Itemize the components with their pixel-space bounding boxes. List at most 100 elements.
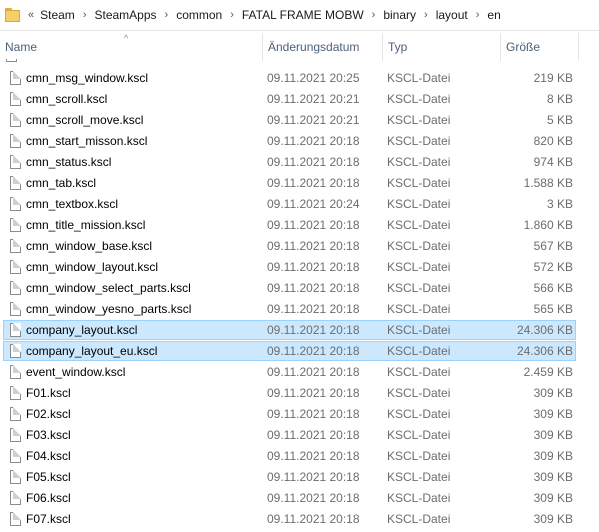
file-size: 309 KB <box>533 491 573 505</box>
file-icon <box>10 176 21 190</box>
column-header-size[interactable]: Größe <box>500 33 578 61</box>
file-type: KSCL-Datei <box>387 113 451 127</box>
breadcrumb-separator-icon[interactable]: › <box>372 9 376 21</box>
file-size: 572 KB <box>533 260 573 274</box>
column-header-size-label: Größe <box>506 40 541 54</box>
file-size: 309 KB <box>533 386 573 400</box>
file-type: KSCL-Datei <box>387 428 451 442</box>
column-header-type[interactable]: Typ <box>382 33 500 61</box>
file-name: company_layout.kscl <box>26 323 138 337</box>
column-header-filler <box>578 33 599 61</box>
file-date: 09.11.2021 20:18 <box>267 239 360 253</box>
file-size: 565 KB <box>533 302 573 316</box>
breadcrumb-separator-icon[interactable]: › <box>230 9 234 21</box>
column-header-date[interactable]: Änderungsdatum <box>262 33 382 61</box>
file-row[interactable]: F04.kscl 09.11.2021 20:18 KSCL-Datei 309 KB <box>3 446 576 466</box>
file-row[interactable]: cmn_msg_window.kscl 09.11.2021 20:25 KSCL-… <box>3 68 576 88</box>
file-type: KSCL-Datei <box>387 134 451 148</box>
file-type: KSCL-Datei <box>387 344 451 358</box>
file-date: 09.11.2021 20:18 <box>267 344 360 358</box>
file-row[interactable]: cmn_textbox.kscl 09.11.2021 20:24 KSCL-Dat… <box>3 194 576 214</box>
file-name: cmn_msg_window.kscl <box>26 71 149 85</box>
file-date: 09.11.2021 20:18 <box>267 491 360 505</box>
breadcrumb-layout[interactable]: layout <box>436 8 468 22</box>
file-type: KSCL-Datei <box>387 386 451 400</box>
file-type: KSCL-Datei <box>387 407 451 421</box>
file-row[interactable]: F01.kscl 09.11.2021 20:18 KSCL-Datei 309 KB <box>3 383 576 403</box>
file-date: 09.11.2021 20:18 <box>267 302 360 316</box>
file-type: KSCL-Datei <box>387 449 451 463</box>
file-name: cmn_scroll_move.kscl <box>26 113 144 127</box>
file-name: F04.kscl <box>26 449 71 463</box>
breadcrumb-overflow[interactable]: « <box>28 9 34 21</box>
file-row[interactable]: event_window.kscl 09.11.2021 20:18 KSCL-Da… <box>3 362 576 382</box>
breadcrumb-separator-icon[interactable]: › <box>476 9 480 21</box>
file-icon <box>10 134 21 148</box>
file-date: 09.11.2021 20:25 <box>267 71 360 85</box>
breadcrumb-separator-icon[interactable]: › <box>424 9 428 21</box>
file-size: 566 KB <box>533 281 573 295</box>
file-row[interactable]: company_layout_eu.kscl 09.11.2021 20:18 KS… <box>3 341 576 361</box>
breadcrumb-steam[interactable]: Steam <box>40 8 75 22</box>
file-name: cmn_window_select_parts.kscl <box>26 281 191 295</box>
file-date: 09.11.2021 20:18 <box>267 470 360 484</box>
file-row[interactable]: cmn_window_base.kscl 09.11.2021 20:18 KSCL… <box>3 236 576 256</box>
column-header-name[interactable]: Name ^ <box>0 33 262 61</box>
file-icon <box>10 71 21 85</box>
file-row[interactable]: cmn_window_layout.kscl 09.11.2021 20:18 KS… <box>3 257 576 277</box>
file-name: cmn_window_yesno_parts.kscl <box>26 302 192 316</box>
breadcrumb-steamapps[interactable]: SteamApps <box>94 8 156 22</box>
file-icon <box>6 59 17 62</box>
file-name: F05.kscl <box>26 470 71 484</box>
file-type: KSCL-Datei <box>387 239 451 253</box>
file-row[interactable]: cmn_tab.kscl 09.11.2021 20:18 KSCL-Datei 1.… <box>3 173 576 193</box>
breadcrumb-common[interactable]: common <box>176 8 222 22</box>
column-header-row: Name ^ Änderungsdatum Typ Größe <box>0 33 599 61</box>
file-icon <box>10 155 21 169</box>
file-row[interactable]: F06.kscl 09.11.2021 20:18 KSCL-Datei 309 KB <box>3 488 576 508</box>
file-size: 1.860 KB <box>523 218 573 232</box>
file-name: company_layout_eu.kscl <box>26 344 158 358</box>
file-size: 3 KB <box>546 197 573 211</box>
file-date: 09.11.2021 20:18 <box>267 365 360 379</box>
file-date: 09.11.2021 20:18 <box>267 134 360 148</box>
file-row[interactable]: cmn_start_misson.kscl 09.11.2021 20:18 KSC… <box>3 131 576 151</box>
breadcrumb-separator-icon[interactable]: › <box>83 9 87 21</box>
address-bar[interactable]: « Steam › SteamApps › common › FATAL FRA… <box>0 0 599 31</box>
file-row[interactable]: cmn_window_select_parts.kscl 09.11.2021 2… <box>3 278 576 298</box>
file-row[interactable]: cmn_scroll_move.kscl 09.11.2021 20:21 KSCL… <box>3 110 576 130</box>
file-row[interactable]: F02.kscl 09.11.2021 20:18 KSCL-Datei 309 KB <box>3 404 576 424</box>
sort-ascending-icon: ^ <box>124 33 129 43</box>
file-size: 8 KB <box>546 92 573 106</box>
file-row[interactable]: F05.kscl 09.11.2021 20:18 KSCL-Datei 309 KB <box>3 467 576 487</box>
file-size: 820 KB <box>533 134 573 148</box>
partial-list-item[interactable] <box>0 59 599 65</box>
file-icon <box>10 512 21 526</box>
breadcrumb-fatal-frame[interactable]: FATAL FRAME MOBW <box>242 8 364 22</box>
file-row[interactable]: cmn_title_mission.kscl 09.11.2021 20:18 KS… <box>3 215 576 235</box>
file-date: 09.11.2021 20:18 <box>267 281 360 295</box>
file-size: 309 KB <box>533 470 573 484</box>
file-size: 24.306 KB <box>516 344 573 358</box>
file-date: 09.11.2021 20:24 <box>267 197 360 211</box>
breadcrumb-separator-icon[interactable]: › <box>165 9 169 21</box>
file-size: 24.306 KB <box>516 323 573 337</box>
column-header-name-label: Name <box>5 40 38 54</box>
file-row[interactable]: cmn_scroll.kscl 09.11.2021 20:21 KSCL-Date… <box>3 89 576 109</box>
file-row[interactable]: F03.kscl 09.11.2021 20:18 KSCL-Datei 309 KB <box>3 425 576 445</box>
breadcrumb-en[interactable]: en <box>487 8 500 22</box>
file-icon <box>10 386 21 400</box>
file-icon <box>10 407 21 421</box>
column-header-date-label: Änderungsdatum <box>268 40 360 54</box>
file-row[interactable]: cmn_status.kscl 09.11.2021 20:18 KSCL-Date… <box>3 152 576 172</box>
file-row[interactable]: company_layout.kscl 09.11.2021 20:18 KSCL-… <box>3 320 576 340</box>
file-name: F03.kscl <box>26 428 71 442</box>
breadcrumb-binary[interactable]: binary <box>383 8 416 22</box>
file-row[interactable]: cmn_window_yesno_parts.kscl 09.11.2021 20… <box>3 299 576 319</box>
file-name: cmn_textbox.kscl <box>26 197 119 211</box>
file-date: 09.11.2021 20:18 <box>267 176 360 190</box>
file-icon <box>10 260 21 274</box>
file-type: KSCL-Datei <box>387 197 451 211</box>
file-name: cmn_window_layout.kscl <box>26 260 159 274</box>
file-row[interactable]: F07.kscl 09.11.2021 20:18 KSCL-Datei 309 KB <box>3 509 576 529</box>
